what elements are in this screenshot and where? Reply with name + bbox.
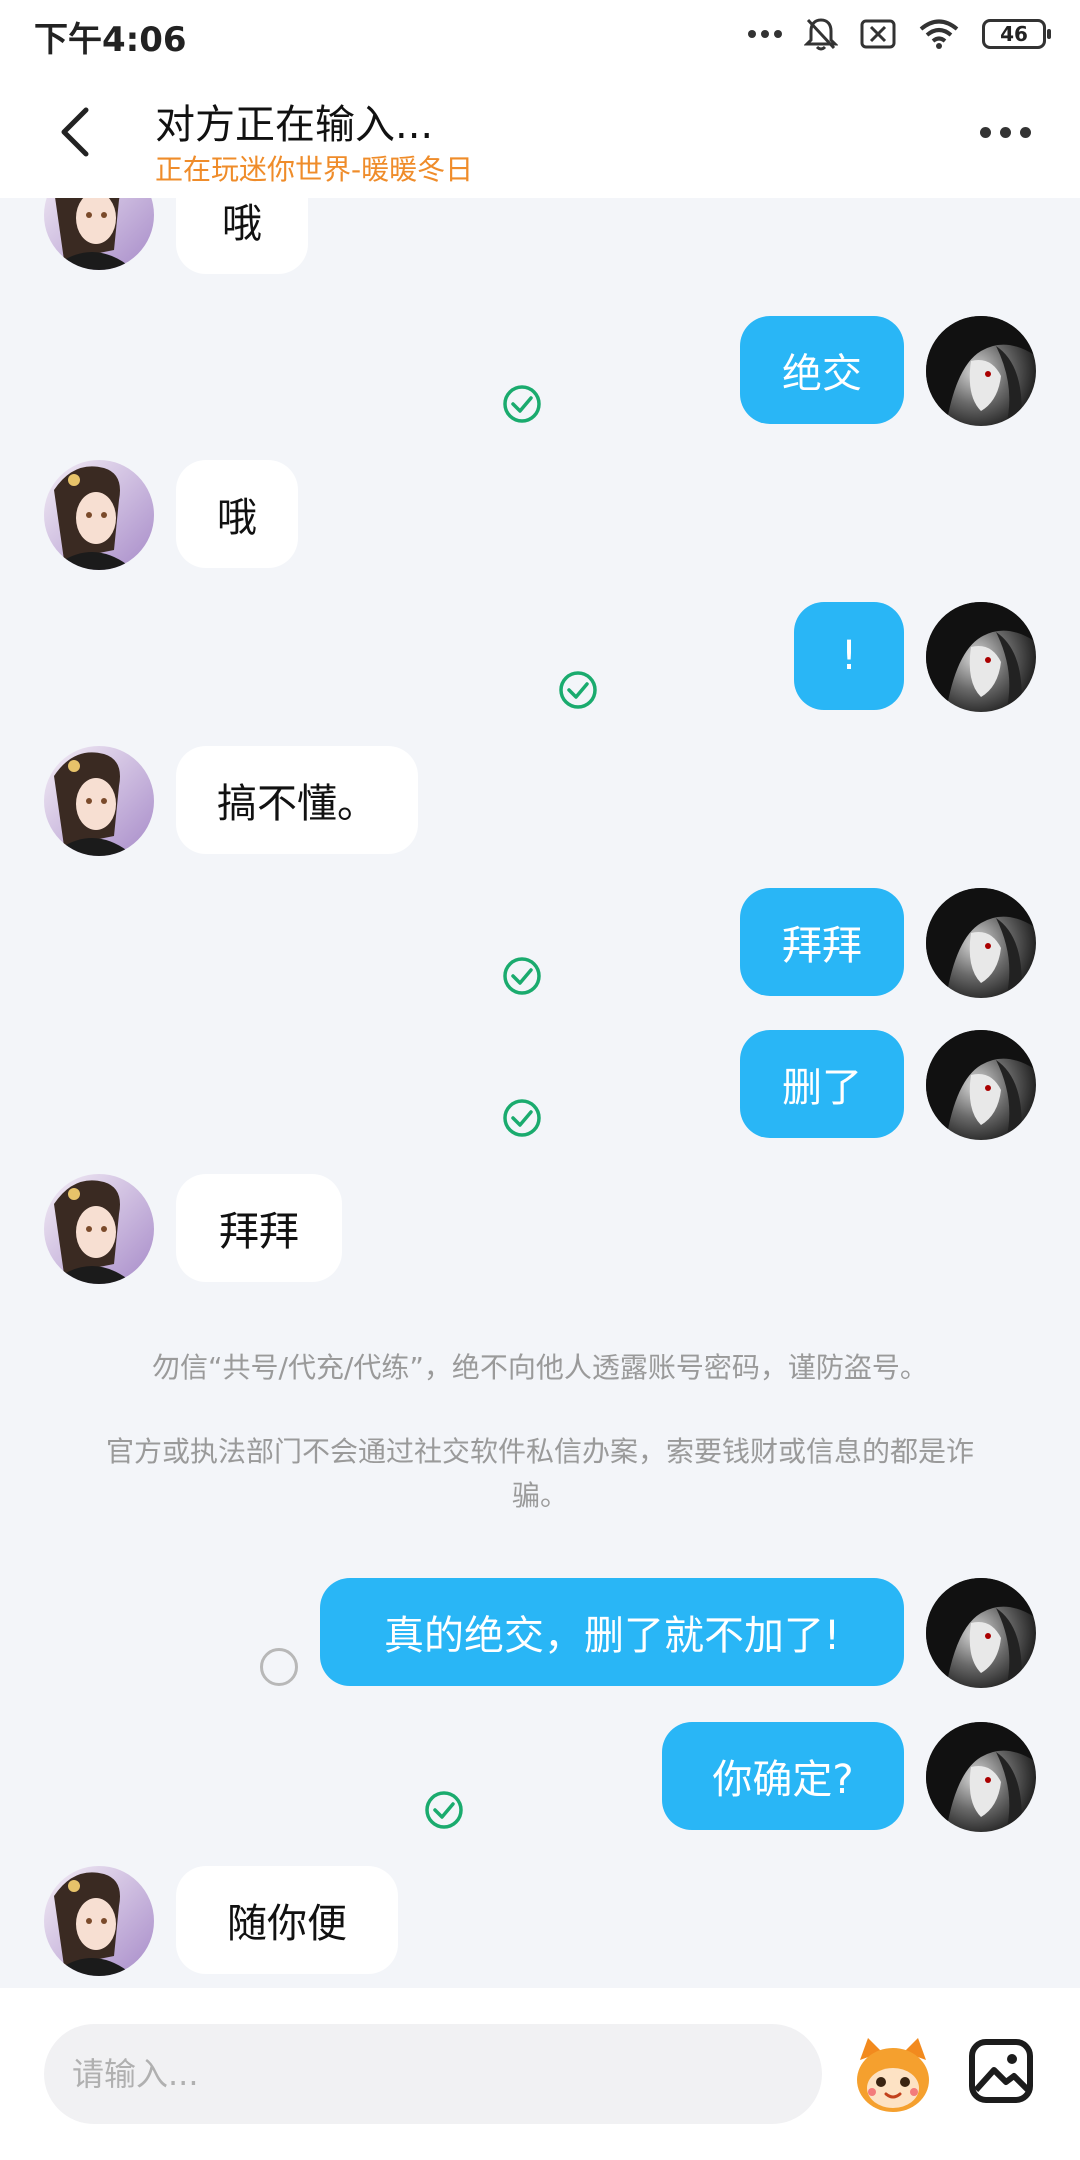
more-button[interactable] — [970, 112, 1040, 152]
outgoing-message-bubble[interactable]: 你确定? — [662, 1722, 904, 1830]
message-input[interactable] — [44, 2024, 822, 2124]
my-avatar[interactable] — [926, 1722, 1036, 1832]
wifi-icon — [919, 19, 959, 49]
read-check-icon — [503, 1099, 541, 1137]
my-avatar[interactable] — [926, 1578, 1036, 1688]
more-dots-icon — [748, 30, 782, 38]
contact-avatar[interactable] — [44, 1174, 154, 1284]
status-time: 下午4:06 — [34, 20, 187, 60]
contact-avatar[interactable] — [44, 460, 154, 570]
incoming-message-bubble[interactable]: 哦 — [176, 198, 308, 274]
security-notice-line2: 官方或执法部门不会通过社交软件私信办案，索要钱财或信息的都是诈骗。 — [105, 1435, 974, 1512]
mute-icon — [804, 18, 838, 51]
chat-header: 对方正在输入... 正在玩迷你世界-暖暖冬日 — [0, 70, 1080, 198]
back-button[interactable] — [44, 102, 104, 162]
read-check-icon — [503, 385, 541, 423]
status-bar: 下午4:06 46 — [0, 0, 1080, 70]
read-check-icon — [425, 1791, 463, 1829]
my-avatar[interactable] — [926, 602, 1036, 712]
outgoing-message-bubble[interactable]: 真的绝交，删了就不加了! — [320, 1578, 904, 1686]
input-bar — [0, 1988, 1080, 2160]
contact-avatar[interactable] — [44, 746, 154, 856]
outgoing-message-bubble[interactable]: 删了 — [740, 1030, 904, 1138]
emoji-button[interactable] — [848, 2030, 938, 2120]
image-icon — [969, 2039, 1033, 2103]
read-check-icon — [503, 957, 541, 995]
incoming-message-bubble[interactable]: 随你便 — [176, 1866, 398, 1974]
mascot-emoji-icon — [857, 2038, 929, 2112]
contact-avatar[interactable] — [44, 1866, 154, 1976]
incoming-message-bubble[interactable]: 拜拜 — [176, 1174, 342, 1282]
status-icons: 46 — [748, 14, 1051, 54]
sending-circle-icon — [260, 1648, 298, 1686]
outgoing-message-bubble[interactable]: 拜拜 — [740, 888, 904, 996]
incoming-message-bubble[interactable]: 搞不懂。 — [176, 746, 418, 854]
chat-subtitle: 正在玩迷你世界-暖暖冬日 — [155, 153, 474, 186]
my-avatar[interactable] — [926, 316, 1036, 426]
my-avatar[interactable] — [926, 888, 1036, 998]
chat-title: 对方正在输入... — [155, 102, 434, 148]
contact-avatar[interactable] — [44, 198, 154, 270]
battery-icon: 46 — [982, 19, 1051, 49]
chat-message-list[interactable]: 哦 绝交 哦 ! 搞不懂。 拜拜 删了 拜拜 勿信“共号/代充/代练”，绝不向他… — [0, 198, 1080, 1988]
my-avatar[interactable] — [926, 1030, 1036, 1140]
more-icon — [979, 126, 991, 138]
outgoing-message-bubble[interactable]: 绝交 — [740, 316, 904, 424]
image-button[interactable] — [966, 2036, 1036, 2106]
incoming-message-bubble[interactable]: 哦 — [176, 460, 298, 568]
no-sim-icon — [860, 19, 896, 49]
outgoing-message-bubble[interactable]: ! — [794, 602, 904, 710]
back-arrow-icon — [61, 107, 89, 157]
security-notice-line1: 勿信“共号/代充/代练”，绝不向他人透露账号密码，谨防盗号。 — [152, 1351, 928, 1384]
read-check-icon — [559, 671, 597, 709]
